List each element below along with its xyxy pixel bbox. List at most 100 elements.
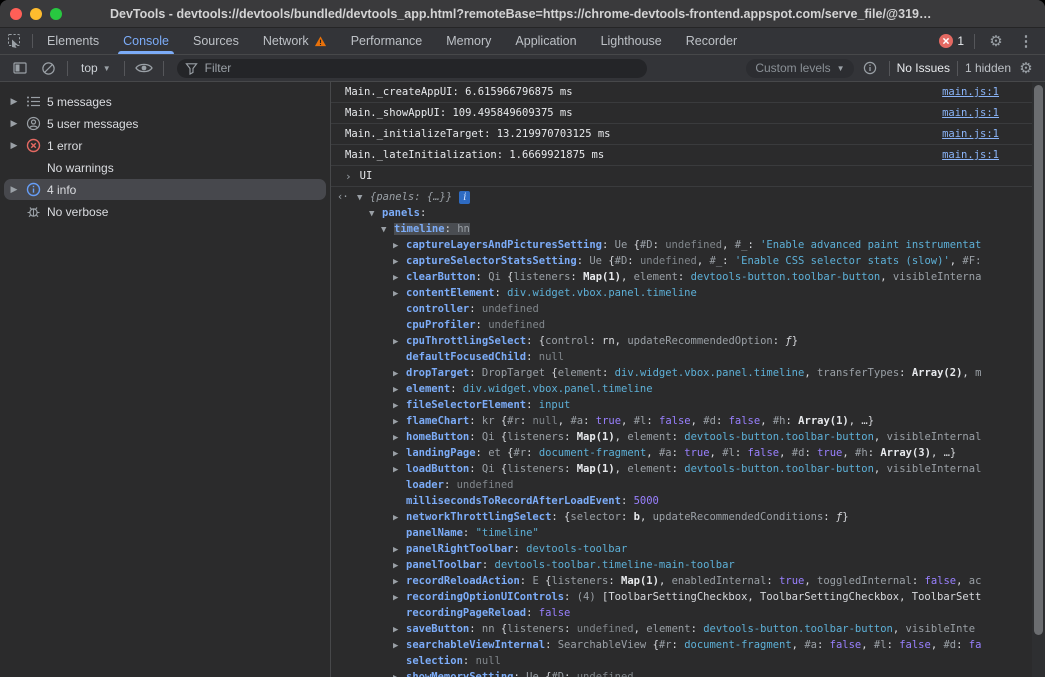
disclosure-triangle-icon[interactable]: ▶ — [393, 238, 406, 253]
property-value: element — [646, 623, 690, 635]
tab-recorder[interactable]: Recorder — [675, 28, 748, 54]
property-name: recordingOptionUIControls — [406, 591, 564, 603]
disclosure-triangle-icon[interactable]: ▶ — [393, 670, 406, 677]
tab-label: Network — [263, 34, 309, 48]
disclosure-triangle-icon[interactable]: ▶ — [393, 430, 406, 445]
property-value: , — [640, 511, 653, 523]
context-selector[interactable]: top ▼ — [75, 61, 117, 75]
sidebar-item-5-messages[interactable]: ▶5 messages — [4, 91, 326, 112]
sidebar-item-1-error[interactable]: ▶1 error — [4, 135, 326, 156]
property-value: Qi — [488, 271, 507, 283]
property-value: , — [615, 335, 628, 347]
property-value: : — [495, 287, 508, 299]
sidebar-item-5-user-messages[interactable]: ▶5 user messages — [4, 113, 326, 134]
property-value: #r — [507, 415, 520, 427]
sidebar-item-4-info[interactable]: ▶ 4 info — [4, 179, 326, 200]
source-link[interactable]: main.js:1 — [942, 86, 999, 98]
property-value: #a — [659, 447, 672, 459]
tab-console[interactable]: Console — [112, 28, 180, 54]
disclosure-triangle-icon[interactable]: ▼ — [381, 222, 394, 237]
show-console-sidebar-icon[interactable] — [8, 58, 32, 78]
property-value: : { — [551, 511, 570, 523]
property-value: , — [710, 447, 723, 459]
disclosure-triangle-icon[interactable]: ▶ — [393, 446, 406, 461]
disclosure-triangle-icon[interactable]: ▶ — [393, 382, 406, 397]
property-name: timeline — [394, 223, 445, 235]
eval-result-arrow-icon: ‹· — [337, 189, 348, 205]
disclosure-triangle-icon[interactable]: ▶ — [393, 398, 406, 413]
disclosure-triangle-icon[interactable]: ▶ — [393, 414, 406, 429]
scrollbar-track[interactable] — [1032, 82, 1045, 677]
tab-lighthouse[interactable]: Lighthouse — [590, 28, 673, 54]
log-levels-selector[interactable]: Custom levels ▼ — [746, 59, 853, 78]
console-settings-gear-icon[interactable]: ⚙ — [1015, 57, 1037, 79]
tree-row: ▶showMemorySetting: Ue {#D: undefined — [331, 669, 1045, 677]
disclosure-triangle-icon[interactable]: ▶ — [393, 510, 406, 525]
source-link[interactable]: main.js:1 — [942, 128, 999, 140]
property-value: : — [735, 447, 748, 459]
log-message-text: Main._lateInitialization: 1.6669921875 m… — [345, 149, 942, 161]
hidden-messages-count[interactable]: 1 hidden — [965, 61, 1011, 75]
settings-gear-icon[interactable]: ⚙ — [985, 30, 1007, 52]
disclosure-triangle-icon[interactable]: ▶ — [393, 590, 406, 605]
clear-console-icon[interactable] — [36, 58, 60, 78]
sidebar-item-no-verbose[interactable]: No verbose — [4, 201, 326, 222]
property-value: element — [634, 271, 678, 283]
disclosure-triangle-icon[interactable]: ▶ — [393, 270, 406, 285]
input-chevron-icon: › — [345, 170, 352, 183]
tab-strip: Elements Console Sources Network Performance… — [35, 28, 749, 54]
expand-arrow-icon[interactable]: ▶ — [8, 184, 20, 195]
tab-sources[interactable]: Sources — [182, 28, 250, 54]
source-link[interactable]: main.js:1 — [942, 107, 999, 119]
disclosure-triangle-icon[interactable]: ▶ — [393, 622, 406, 637]
live-expression-eye-icon[interactable] — [132, 58, 156, 78]
scrollbar-thumb[interactable] — [1034, 85, 1043, 635]
sidebar-item-label: 4 info — [47, 183, 76, 197]
disclosure-triangle-icon[interactable]: ▶ — [393, 286, 406, 301]
expand-arrow-icon[interactable]: ▶ — [8, 96, 20, 107]
property-value: : — [589, 335, 602, 347]
tree-row: ▶clearButton: Qi {listeners: Map(1), ele… — [331, 269, 1045, 285]
inspect-element-icon[interactable] — [0, 28, 30, 54]
disclosure-triangle-icon[interactable]: ▶ — [393, 462, 406, 477]
property-value: : — [463, 527, 476, 539]
disclosure-triangle-icon[interactable]: ▶ — [393, 254, 406, 269]
disclosure-triangle-icon[interactable]: ▶ — [393, 638, 406, 653]
property-name: showMemorySetting — [406, 671, 513, 677]
more-options-kebab-icon[interactable]: ⋮ — [1015, 30, 1037, 52]
property-value: : — [450, 383, 463, 395]
tab-performance[interactable]: Performance — [340, 28, 434, 54]
property-value: enabledInternal — [672, 575, 767, 587]
tab-label: Console — [123, 34, 169, 48]
issues-counter[interactable]: No Issues — [897, 61, 950, 75]
filter-input[interactable] — [205, 61, 639, 75]
disclosure-triangle-icon[interactable]: ▶ — [393, 542, 406, 557]
disclosure-triangle-icon[interactable]: ▶ — [393, 574, 406, 589]
tab-elements[interactable]: Elements — [36, 28, 110, 54]
info-icon — [26, 182, 41, 197]
disclosure-triangle-icon[interactable]: ▼ — [357, 190, 370, 205]
tab-network[interactable]: Network — [252, 28, 338, 54]
error-count-badge[interactable]: 1 — [939, 34, 964, 48]
source-link[interactable]: main.js:1 — [942, 149, 999, 161]
property-value: , — [634, 623, 647, 635]
tab-label: Recorder — [686, 34, 737, 48]
property-name: loadButton — [406, 463, 469, 475]
tabbar-right: 1 ⚙ ⋮ — [939, 28, 1045, 54]
disclosure-triangle-icon[interactable]: ▶ — [393, 558, 406, 573]
disclosure-triangle-icon[interactable]: ▼ — [369, 206, 382, 221]
property-value: #D — [551, 671, 564, 677]
tab-memory[interactable]: Memory — [435, 28, 502, 54]
expand-arrow-icon[interactable]: ▶ — [8, 118, 20, 129]
sidebar-item-no-warnings[interactable]: No warnings — [4, 157, 326, 178]
property-value: : — [627, 255, 640, 267]
property-value: transferTypes — [817, 367, 899, 379]
disclosure-triangle-icon[interactable]: ▶ — [393, 334, 406, 349]
expand-arrow-icon[interactable]: ▶ — [8, 140, 20, 151]
tab-application[interactable]: Application — [504, 28, 587, 54]
disclosure-triangle-icon[interactable]: ▶ — [393, 366, 406, 381]
info-icon[interactable] — [858, 58, 882, 78]
property-value: listeners — [507, 463, 564, 475]
property-name: cpuProfiler — [406, 319, 476, 331]
property-value: : { — [526, 335, 545, 347]
